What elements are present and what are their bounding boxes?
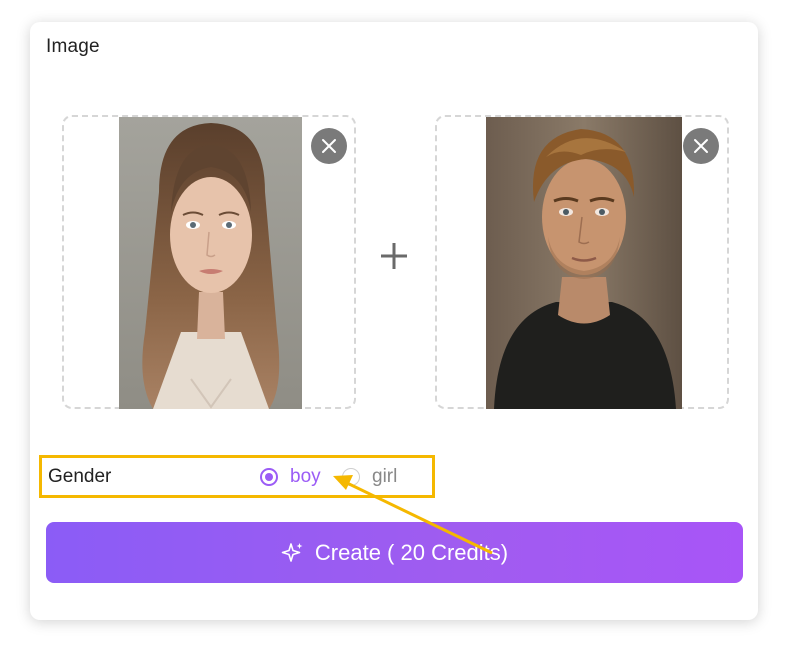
create-button[interactable]: Create ( 20 Credits) [46, 522, 743, 583]
section-label: Image [46, 36, 100, 57]
gender-selector: Gender boy girl [39, 455, 435, 498]
portrait-image-man [486, 117, 682, 409]
gender-option-boy[interactable]: boy [260, 465, 321, 489]
remove-image-1-button[interactable] [311, 128, 347, 164]
gender-option-girl[interactable]: girl [342, 465, 397, 489]
plus-icon [381, 243, 407, 269]
gender-label: Gender [48, 466, 112, 487]
sparkle-icon [281, 542, 303, 562]
image-card: Image Gender boy girl Create (20 Credit… [30, 22, 758, 620]
gender-option-label: girl [372, 466, 398, 487]
portrait-image-woman [119, 117, 302, 409]
image-slot-1[interactable] [62, 115, 356, 409]
radio-button-girl[interactable] [342, 468, 360, 486]
gender-option-label: boy [290, 466, 321, 487]
radio-button-boy[interactable] [260, 468, 278, 486]
create-button-label: Create ( 20 Credits) [314, 539, 509, 565]
image-slot-2[interactable] [435, 115, 729, 409]
close-icon [694, 139, 708, 153]
close-icon [322, 139, 336, 153]
remove-image-2-button[interactable] [683, 128, 719, 164]
